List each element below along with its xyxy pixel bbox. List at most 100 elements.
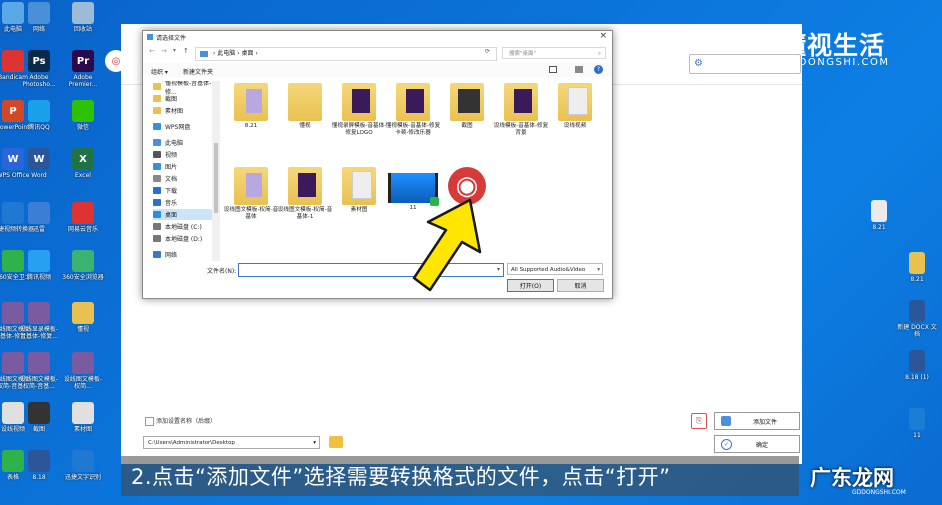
desktop-icon[interactable]: 8.18 (18, 450, 60, 481)
app-icon (147, 34, 153, 40)
desktop-icon[interactable]: 截图 (18, 402, 60, 433)
app-icon: Ps (28, 50, 50, 72)
desktop-icon-label: 懂视 (76, 326, 89, 333)
path-value: C:\Users\Administrator\Desktop (148, 440, 235, 446)
folder-icon (504, 83, 538, 121)
filter-value: All Supported Audio&Video (511, 267, 586, 273)
desktop-icon-label: 微信 (76, 124, 89, 131)
nav-item[interactable]: 图片 (153, 161, 213, 172)
desktop-icon[interactable]: 迅捷文字识别 (62, 450, 104, 481)
file-item[interactable]: 设线视频 (547, 83, 603, 130)
app-icon: X (72, 148, 94, 170)
desktop-icon[interactable]: 8.21 (896, 252, 938, 283)
preview-icon[interactable] (575, 66, 583, 73)
desktop-icon[interactable]: 腾讯视频 (18, 250, 60, 281)
file-icon (909, 252, 925, 274)
file-item[interactable]: 素材图 (331, 167, 387, 214)
nav-item-label: 视频 (165, 152, 178, 159)
desktop-icon-label: 8.21 (872, 224, 886, 231)
recent-icon[interactable]: ▾ (173, 47, 176, 54)
refresh-icon[interactable]: ⟳ (485, 48, 490, 55)
nav-item[interactable]: 此电脑 (153, 137, 213, 148)
nav-item[interactable]: 文档 (153, 173, 213, 184)
organize-menu[interactable]: 组织 ▾ (151, 67, 168, 76)
desktop-icon-label: 8.21 (910, 276, 924, 283)
desktop-icon[interactable]: 迅雷 (18, 202, 60, 233)
desktop-icon[interactable]: 回收站 (62, 2, 104, 33)
up-icon[interactable]: ↑ (183, 47, 189, 55)
desktop-icon[interactable]: W Word (18, 148, 60, 179)
breadcrumb-desktop[interactable]: 桌面 (242, 50, 254, 57)
breadcrumb-pc[interactable]: 此电脑 (217, 50, 235, 57)
desktop-icon-label: 8.18 (1) (905, 374, 929, 381)
desktop-icon-label: Adobe Premier... (68, 74, 98, 88)
add-name-checkbox[interactable] (145, 417, 154, 426)
video-icon (153, 151, 161, 158)
file-item[interactable]: 设线图文模板-权简-音基体-1 (277, 167, 333, 221)
file-item[interactable]: 设线图文模板-权简-音基体 (223, 167, 279, 221)
search-input[interactable]: 搜索"桌面" ⌕ (502, 47, 606, 59)
nav-item[interactable]: 本地磁盘 (D:) (153, 233, 213, 244)
file-item[interactable]: 懂视模板-音基体-修复卡顿-修改乐器 (385, 83, 441, 137)
desktop-icon-label: 设线图文模板-权简-音基... (19, 376, 59, 390)
desktop-icon[interactable]: 360安全浏览器 (62, 250, 104, 281)
chevron-down-icon: ▾ (597, 267, 600, 273)
desktop-icon[interactable]: 微信 (62, 100, 104, 131)
nav-item[interactable]: 网络 (153, 249, 213, 259)
nav-item[interactable]: 视频 (153, 149, 213, 160)
desktop-icon[interactable]: 设线图文模板-权简-音基... (18, 352, 60, 390)
desktop-icon[interactable]: 设线图文模板-权简... (62, 352, 104, 390)
add-file-button[interactable]: 添加文件 (714, 412, 800, 430)
forward-icon[interactable]: → (161, 47, 167, 55)
nav-item[interactable]: 音乐 (153, 197, 213, 208)
file-item[interactable]: 8.21 (223, 83, 279, 130)
path-select[interactable]: C:\Users\Administrator\Desktop ▾ (143, 436, 320, 449)
nav-item[interactable]: 桌面 (153, 209, 213, 220)
desktop-icon[interactable]: 素材图 (62, 402, 104, 433)
cancel-button[interactable]: 取消 (557, 279, 604, 292)
open-button[interactable]: 打开(O) (507, 279, 554, 292)
desktop-icon-label: 设线图文模板-权简... (63, 376, 103, 390)
cloud-icon (153, 123, 161, 130)
desktop-icon[interactable]: 网络 (18, 2, 60, 33)
nav-item[interactable]: WPS网盘 (153, 121, 213, 132)
desktop-icon[interactable]: 11 (896, 408, 938, 439)
nav-item-label: WPS网盘 (165, 124, 191, 131)
navigation-pane: 懂视模板-音基体-修... 截图 素材图 WPS网盘 此电脑 视频 图片 文档 下载 音乐 桌面 本地… (153, 81, 213, 259)
app-settings-button[interactable]: ⚙ (689, 54, 801, 74)
app-icon (72, 202, 94, 224)
filter-select[interactable]: All Supported Audio&Video ▾ (507, 263, 603, 275)
desktop-icon[interactable]: 8.18 (1) (896, 350, 938, 381)
app-icon (28, 352, 50, 374)
nav-item[interactable]: 素材图 (153, 105, 213, 116)
desktop-icon[interactable]: 懂视 (62, 302, 104, 333)
back-icon[interactable]: ← (149, 47, 155, 55)
desktop-icon[interactable]: Ps Adobe Photosho... (18, 50, 60, 88)
view-icon[interactable] (549, 66, 557, 73)
desktop-icon[interactable]: 腾讯QQ (18, 100, 60, 131)
desktop-icon[interactable]: 网易云音乐 (62, 202, 104, 233)
new-folder-button[interactable]: 新建文件夹 (183, 67, 213, 76)
nav-item[interactable]: 截图 (153, 93, 213, 104)
file-item[interactable]: 截图 (439, 83, 495, 130)
nav-scrollbar[interactable] (212, 81, 220, 261)
desktop-icon[interactable]: 新建 DOCX 文档 (896, 300, 938, 338)
delete-icon[interactable]: ⎘ (691, 413, 707, 429)
desktop-icon[interactable]: 设线显录模板-音基体-修复... (18, 302, 60, 340)
nav-item[interactable]: 本地磁盘 (C:) (153, 221, 213, 232)
desktop-icon[interactable]: Pr Adobe Premier... (62, 50, 104, 88)
folder-browse-icon[interactable] (329, 436, 343, 448)
file-item[interactable]: 懂视录屏模板-音基体-修复LOGO (331, 83, 387, 137)
breadcrumb[interactable]: › 此电脑 › 桌面 › (195, 47, 497, 61)
close-icon[interactable]: × (599, 31, 607, 41)
file-item[interactable]: 设线模板-音基体-修复背景 (493, 83, 549, 137)
nav-item[interactable]: 下载 (153, 185, 213, 196)
confirm-button[interactable]: ✓ 确定 (714, 435, 800, 453)
desktop-icon[interactable]: X Excel (62, 148, 104, 179)
help-icon[interactable]: ? (594, 65, 603, 74)
file-item[interactable]: 懂视 (277, 83, 333, 130)
desktop-icon-label: 360安全浏览器 (62, 274, 104, 281)
folder-icon (234, 83, 268, 121)
desktop-icon[interactable]: 8.21 (858, 200, 900, 231)
nav-item[interactable]: 懂视模板-音基体-修... (153, 81, 213, 96)
